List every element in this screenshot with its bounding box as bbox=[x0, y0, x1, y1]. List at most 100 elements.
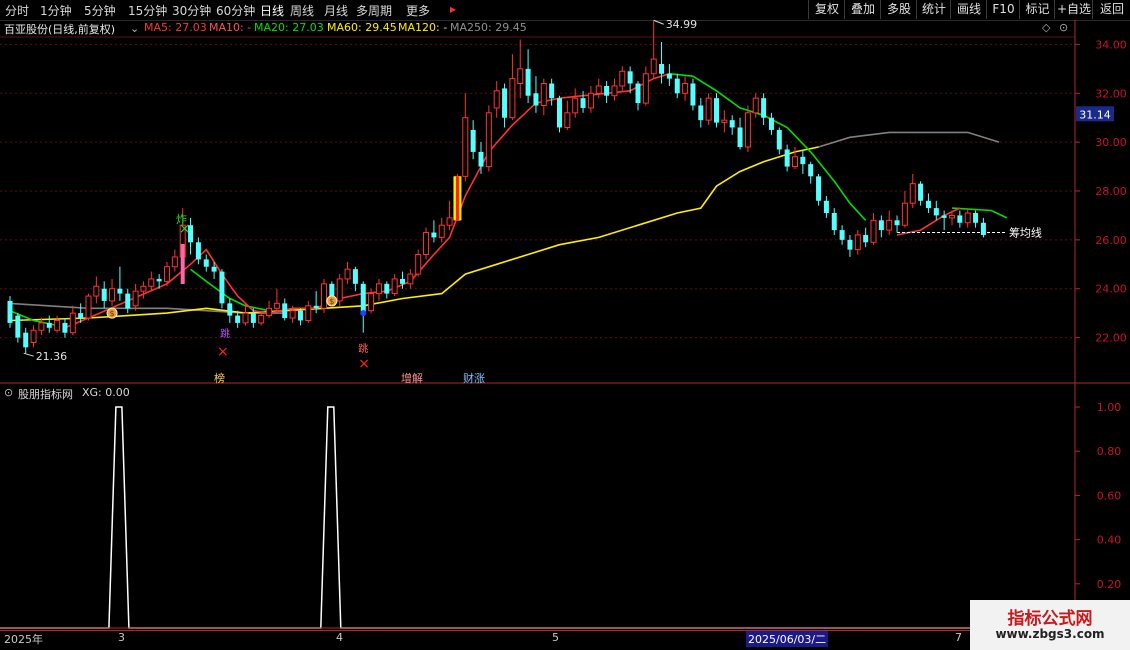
event-label-bang: 榜 bbox=[214, 371, 225, 385]
candle-body-up bbox=[69, 312, 76, 334]
candle-body-down bbox=[800, 156, 806, 165]
candle-body-up bbox=[164, 266, 170, 282]
candle-body-down bbox=[768, 117, 774, 130]
candle-body-down bbox=[219, 271, 225, 304]
ma5-line bbox=[64, 72, 670, 329]
current-price-label: 31.14 bbox=[1079, 108, 1111, 121]
green-x-marker: × bbox=[179, 221, 191, 237]
tiao-marker: 跳 bbox=[220, 327, 230, 340]
sub-dropdown-icon[interactable]: ⊙ bbox=[4, 386, 13, 399]
date-label-7: 7 bbox=[955, 631, 962, 644]
pink-bar-marker bbox=[180, 244, 185, 284]
candle-body-up bbox=[682, 83, 689, 94]
candle-body-up bbox=[485, 112, 492, 168]
candle-body-up bbox=[423, 232, 430, 256]
candle-body-down bbox=[400, 278, 405, 284]
candle-body-up bbox=[38, 322, 45, 331]
candle-body-up bbox=[752, 97, 759, 114]
price-tick-label: 26.00 bbox=[1095, 234, 1127, 247]
candle-body-up bbox=[705, 97, 712, 121]
coin-symbol: $ bbox=[110, 309, 115, 318]
candle-body-down bbox=[46, 322, 52, 328]
sub-tick-label: 0.80 bbox=[1097, 445, 1122, 458]
candle-body-up bbox=[619, 70, 626, 87]
candle-body-down bbox=[627, 71, 633, 84]
candle-body-down bbox=[384, 283, 390, 294]
candle-body-up bbox=[30, 329, 37, 343]
candle-body-up bbox=[744, 112, 751, 148]
candle-body-up bbox=[289, 310, 296, 319]
candle-body-down bbox=[816, 176, 822, 201]
candle-body-up bbox=[446, 217, 453, 226]
xg-value: XG: 0.00 bbox=[82, 386, 130, 399]
candle-body-up bbox=[54, 319, 61, 331]
candle-body-down bbox=[23, 332, 29, 348]
candle-body-up bbox=[109, 288, 116, 302]
watermark-title: 指标公式网 bbox=[1007, 609, 1093, 629]
candle-body-down bbox=[635, 83, 641, 104]
sub-chart-title[interactable]: 股朋指标网 bbox=[18, 386, 73, 402]
candle-body-up bbox=[650, 58, 657, 75]
date-label-cursor: 2025/06/03/二 bbox=[746, 631, 829, 647]
candle-body-up bbox=[886, 219, 893, 231]
candle-body-down bbox=[729, 120, 735, 128]
candle-body-up bbox=[344, 268, 351, 280]
candle-body-up bbox=[901, 202, 908, 226]
candle-body-down bbox=[203, 259, 209, 267]
blue-dot-marker bbox=[360, 310, 367, 317]
candle-body-up bbox=[266, 307, 273, 317]
event-label-zengjian: 增解 bbox=[401, 371, 423, 385]
price-tick-label: 22.00 bbox=[1095, 332, 1127, 345]
candle-body-up bbox=[407, 273, 414, 285]
candle-body-up bbox=[336, 278, 343, 302]
candle-body-down bbox=[863, 234, 869, 243]
price-tick-label: 32.00 bbox=[1095, 87, 1127, 100]
candle-body-down bbox=[211, 266, 217, 272]
candle-body-down bbox=[980, 222, 986, 235]
candle-body-down bbox=[973, 212, 979, 223]
candle-body-down bbox=[580, 98, 586, 108]
candle-body-down bbox=[784, 149, 790, 167]
sub-tick-label: 0.40 bbox=[1097, 534, 1122, 547]
ma20-line bbox=[669, 72, 867, 221]
candle-body-down bbox=[502, 88, 508, 118]
candle-body-up bbox=[375, 283, 382, 295]
candle-body-down bbox=[431, 232, 437, 238]
low-pointer bbox=[23, 352, 34, 357]
date-label-4: 4 bbox=[336, 631, 343, 644]
date-label-year: 2025年 bbox=[4, 633, 43, 646]
high-pointer bbox=[653, 19, 664, 25]
candle-body-down bbox=[7, 300, 13, 323]
candle-body-down bbox=[847, 239, 853, 250]
candle-body-up bbox=[258, 315, 265, 324]
candle-body-up bbox=[721, 119, 728, 124]
candle-body-down bbox=[101, 288, 107, 301]
candle-body-down bbox=[698, 105, 704, 121]
candle-body-down bbox=[776, 129, 782, 150]
candle-body-up bbox=[132, 290, 139, 307]
candle-body-down bbox=[831, 212, 837, 231]
candle-body-down bbox=[690, 83, 696, 106]
candle-body-down bbox=[808, 164, 814, 177]
sub-tick-label: 0.20 bbox=[1097, 578, 1122, 591]
price-tick-label: 34.00 bbox=[1095, 38, 1127, 51]
candle-body-up bbox=[595, 85, 602, 94]
candle-body-down bbox=[525, 68, 531, 96]
candle-body-down bbox=[250, 313, 256, 323]
candle-body-down bbox=[878, 220, 884, 231]
sub-tick-label: 1.00 bbox=[1097, 401, 1122, 414]
candle-body-up bbox=[572, 97, 579, 114]
candle-body-down bbox=[125, 293, 131, 309]
candle-body-up bbox=[564, 112, 571, 128]
candle-body-up bbox=[93, 285, 100, 297]
ma250-line bbox=[818, 131, 1000, 148]
candle-body-down bbox=[714, 98, 719, 123]
candle-body-up bbox=[509, 78, 516, 119]
kline-chart[interactable]: 34.00 32.00 30.00 28.00 26.00 24.00 22.00 31.14… bbox=[0, 0, 1130, 650]
candle-body-down bbox=[533, 93, 539, 106]
date-label-3: 3 bbox=[118, 631, 125, 644]
candle-body-up bbox=[493, 90, 500, 109]
candle-body-down bbox=[227, 303, 233, 316]
candle-body-down bbox=[933, 208, 939, 216]
candle-body-down bbox=[78, 313, 84, 319]
